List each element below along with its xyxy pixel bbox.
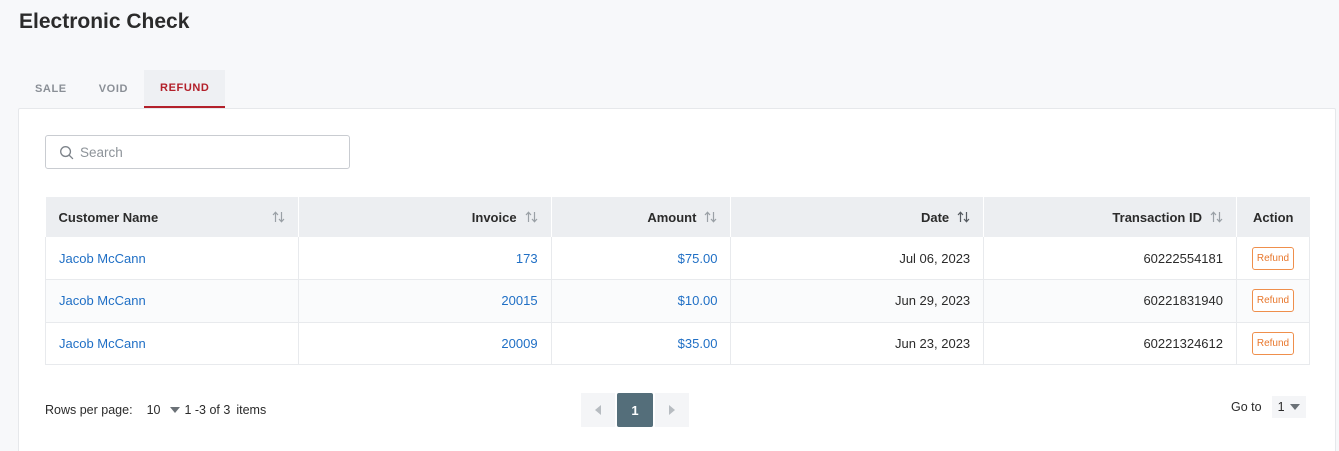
action-cell: Refund: [1236, 322, 1311, 365]
next-page-button[interactable]: [655, 393, 689, 427]
rows-per-page-value: 10: [146, 403, 161, 417]
invoice-link[interactable]: 173: [298, 237, 552, 280]
table-row: Jacob McCann 20015 $10.00 Jun 29, 2023 6…: [45, 279, 1311, 322]
tab-void[interactable]: VOID: [83, 70, 144, 108]
tab-refund[interactable]: REFUND: [144, 70, 226, 108]
goto-page: Go to 1: [1231, 396, 1306, 418]
chevron-left-icon: [595, 405, 601, 415]
transaction-id-cell: 60222554181: [983, 237, 1237, 280]
tab-bar: SALE VOID REFUND: [19, 70, 226, 108]
items-range: 1 -3 of 3: [184, 403, 231, 417]
action-cell: Refund: [1236, 237, 1311, 280]
page-button-1[interactable]: 1: [617, 393, 653, 427]
sort-icon[interactable]: [704, 211, 717, 223]
column-amount[interactable]: Amount: [551, 197, 732, 237]
transaction-id-cell: 60221324612: [983, 322, 1237, 365]
caret-down-icon: [1289, 404, 1300, 410]
invoice-link[interactable]: 20009: [298, 322, 552, 365]
column-invoice[interactable]: Invoice: [298, 197, 552, 237]
invoice-link[interactable]: 20015: [298, 279, 552, 322]
amount-link[interactable]: $10.00: [551, 279, 732, 322]
column-label: Transaction ID: [1112, 209, 1202, 225]
customer-name-link[interactable]: Jacob McCann: [45, 237, 299, 280]
refund-button[interactable]: Refund: [1251, 289, 1295, 313]
search-icon: [60, 145, 74, 159]
refund-button[interactable]: Refund: [1251, 331, 1295, 355]
chevron-right-icon: [669, 405, 675, 415]
sort-icon[interactable]: [525, 211, 538, 223]
refund-table: Customer Name Invoice Amount Date Transa…: [45, 197, 1311, 365]
table-row: Jacob McCann 20009 $35.00 Jun 23, 2023 6…: [45, 322, 1311, 365]
column-label: Amount: [647, 209, 697, 225]
table-row: Jacob McCann 173 $75.00 Jul 06, 2023 602…: [45, 237, 1311, 280]
sort-icon[interactable]: [1210, 211, 1223, 223]
column-label: Date: [920, 209, 950, 225]
sort-icon[interactable]: [272, 211, 285, 223]
amount-link[interactable]: $35.00: [551, 322, 732, 365]
refund-panel: Customer Name Invoice: [18, 108, 1336, 451]
items-label: items: [236, 403, 267, 417]
customer-name-link[interactable]: Jacob McCann: [45, 322, 299, 365]
refund-button[interactable]: Refund: [1251, 246, 1295, 270]
rows-per-page-label: Rows per page:: [45, 403, 133, 417]
sort-icon[interactable]: [957, 211, 970, 223]
column-transaction-id[interactable]: Transaction ID: [983, 197, 1237, 237]
column-customer-name[interactable]: Customer Name: [45, 197, 299, 237]
pagination: 1: [581, 393, 689, 427]
table-header-row: Customer Name Invoice Amount Date Transa…: [45, 197, 1310, 237]
goto-page-select[interactable]: 1: [1271, 396, 1306, 418]
column-label: Invoice: [471, 209, 517, 225]
tab-sale[interactable]: SALE: [19, 70, 83, 108]
prev-page-button[interactable]: [581, 393, 615, 427]
goto-label: Go to: [1231, 400, 1262, 414]
date-cell: Jun 23, 2023: [730, 322, 985, 365]
goto-value: 1: [1277, 400, 1285, 414]
rows-per-page-select[interactable]: 10: [142, 399, 185, 421]
amount-link[interactable]: $75.00: [551, 237, 732, 280]
date-cell: Jul 06, 2023: [730, 237, 985, 280]
date-cell: Jun 29, 2023: [730, 279, 985, 322]
customer-name-link[interactable]: Jacob McCann: [45, 279, 299, 322]
rows-per-page: Rows per page: 10 1 -3 of 3 items: [45, 399, 266, 421]
column-action: Action: [1236, 197, 1309, 237]
search-input[interactable]: [80, 144, 330, 160]
column-label: Action: [1253, 209, 1294, 225]
caret-down-icon: [170, 407, 181, 413]
search-box[interactable]: [45, 135, 350, 169]
page-title: Electronic Check: [19, 10, 190, 33]
action-cell: Refund: [1236, 279, 1311, 322]
column-date[interactable]: Date: [730, 197, 985, 237]
transaction-id-cell: 60221831940: [983, 279, 1237, 322]
column-label: Customer Name: [58, 209, 159, 225]
